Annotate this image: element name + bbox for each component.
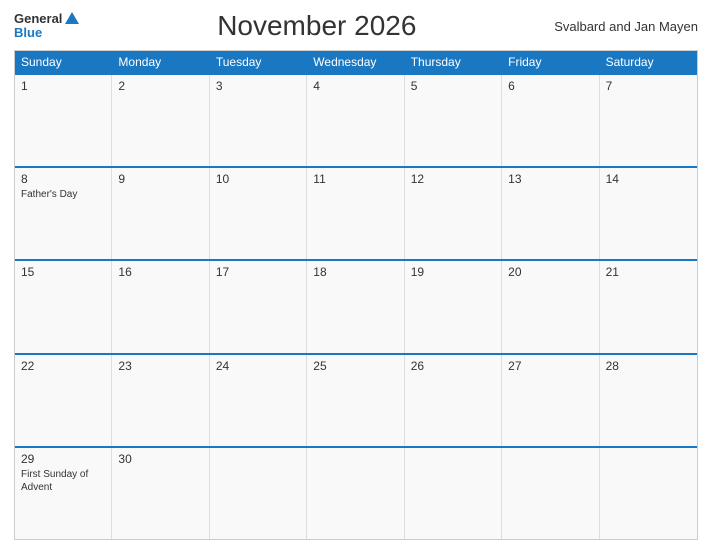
day-number: 21 — [606, 265, 691, 279]
day-cell — [405, 448, 502, 539]
day-cell: 16 — [112, 261, 209, 352]
day-cell: 11 — [307, 168, 404, 259]
logo-triangle-icon — [65, 12, 79, 24]
day-number: 30 — [118, 452, 202, 466]
event-label: Father's Day — [21, 188, 105, 201]
day-headers-row: SundayMondayTuesdayWednesdayThursdayFrid… — [15, 51, 697, 73]
day-cell: 10 — [210, 168, 307, 259]
day-number: 13 — [508, 172, 592, 186]
week-row-3: 22 23 24 25 26 27 28 — [15, 353, 697, 446]
day-number: 20 — [508, 265, 592, 279]
logo-blue-text: Blue — [14, 26, 42, 40]
day-cell: 4 — [307, 75, 404, 166]
day-cell: 14 — [600, 168, 697, 259]
day-cell — [600, 448, 697, 539]
logo-general-text: General — [14, 12, 79, 26]
logo-general-label: General — [14, 12, 62, 26]
day-cell: 1 — [15, 75, 112, 166]
day-number: 9 — [118, 172, 202, 186]
event-label: First Sunday of Advent — [21, 468, 105, 494]
day-cell: 17 — [210, 261, 307, 352]
day-number: 25 — [313, 359, 397, 373]
day-cell: 22 — [15, 355, 112, 446]
day-header-sunday: Sunday — [15, 51, 112, 73]
day-number: 16 — [118, 265, 202, 279]
day-cell — [210, 448, 307, 539]
day-cell: 15 — [15, 261, 112, 352]
day-number: 3 — [216, 79, 300, 93]
week-row-1: 8 Father's Day 9 10 11 12 13 14 — [15, 166, 697, 259]
day-cell: 8 Father's Day — [15, 168, 112, 259]
day-number: 5 — [411, 79, 495, 93]
weeks-container: 12345678Father's Day91011121314151617181… — [15, 73, 697, 539]
calendar-container: General Blue November 2026 Svalbard and … — [0, 0, 712, 550]
day-header-friday: Friday — [502, 51, 599, 73]
day-cell: 24 — [210, 355, 307, 446]
day-cell: 13 — [502, 168, 599, 259]
calendar-header: General Blue November 2026 Svalbard and … — [14, 10, 698, 42]
week-row-4: 29 First Sunday of Advent 30 — [15, 446, 697, 539]
day-number: 23 — [118, 359, 202, 373]
day-number: 7 — [606, 79, 691, 93]
day-number: 29 — [21, 452, 105, 466]
day-number: 1 — [21, 79, 105, 93]
day-cell: 9 — [112, 168, 209, 259]
day-number: 18 — [313, 265, 397, 279]
day-number: 19 — [411, 265, 495, 279]
day-number: 26 — [411, 359, 495, 373]
day-cell: 7 — [600, 75, 697, 166]
day-cell: 20 — [502, 261, 599, 352]
day-cell: 19 — [405, 261, 502, 352]
week-row-2: 15 16 17 18 19 20 21 — [15, 259, 697, 352]
day-cell: 21 — [600, 261, 697, 352]
day-header-tuesday: Tuesday — [210, 51, 307, 73]
day-number: 4 — [313, 79, 397, 93]
day-cell: 5 — [405, 75, 502, 166]
week-row-0: 1234567 — [15, 73, 697, 166]
day-cell — [502, 448, 599, 539]
day-cell: 25 — [307, 355, 404, 446]
day-cell: 26 — [405, 355, 502, 446]
logo: General Blue — [14, 12, 79, 41]
day-number: 17 — [216, 265, 300, 279]
region-label: Svalbard and Jan Mayen — [554, 19, 698, 34]
day-cell: 30 — [112, 448, 209, 539]
day-header-saturday: Saturday — [600, 51, 697, 73]
day-header-monday: Monday — [112, 51, 209, 73]
calendar-grid: SundayMondayTuesdayWednesdayThursdayFrid… — [14, 50, 698, 540]
day-number: 8 — [21, 172, 105, 186]
day-number: 28 — [606, 359, 691, 373]
day-cell: 6 — [502, 75, 599, 166]
day-cell: 29 First Sunday of Advent — [15, 448, 112, 539]
logo-blue-label: Blue — [14, 26, 42, 40]
day-cell: 27 — [502, 355, 599, 446]
day-cell — [307, 448, 404, 539]
day-cell: 18 — [307, 261, 404, 352]
day-number: 6 — [508, 79, 592, 93]
day-cell: 12 — [405, 168, 502, 259]
day-number: 27 — [508, 359, 592, 373]
day-header-thursday: Thursday — [405, 51, 502, 73]
day-number: 22 — [21, 359, 105, 373]
day-cell: 28 — [600, 355, 697, 446]
day-number: 12 — [411, 172, 495, 186]
day-number: 2 — [118, 79, 202, 93]
day-cell: 23 — [112, 355, 209, 446]
day-number: 14 — [606, 172, 691, 186]
day-number: 10 — [216, 172, 300, 186]
day-header-wednesday: Wednesday — [307, 51, 404, 73]
day-cell: 3 — [210, 75, 307, 166]
day-number: 11 — [313, 172, 397, 186]
day-number: 24 — [216, 359, 300, 373]
month-title: November 2026 — [217, 10, 416, 42]
day-cell: 2 — [112, 75, 209, 166]
day-number: 15 — [21, 265, 105, 279]
